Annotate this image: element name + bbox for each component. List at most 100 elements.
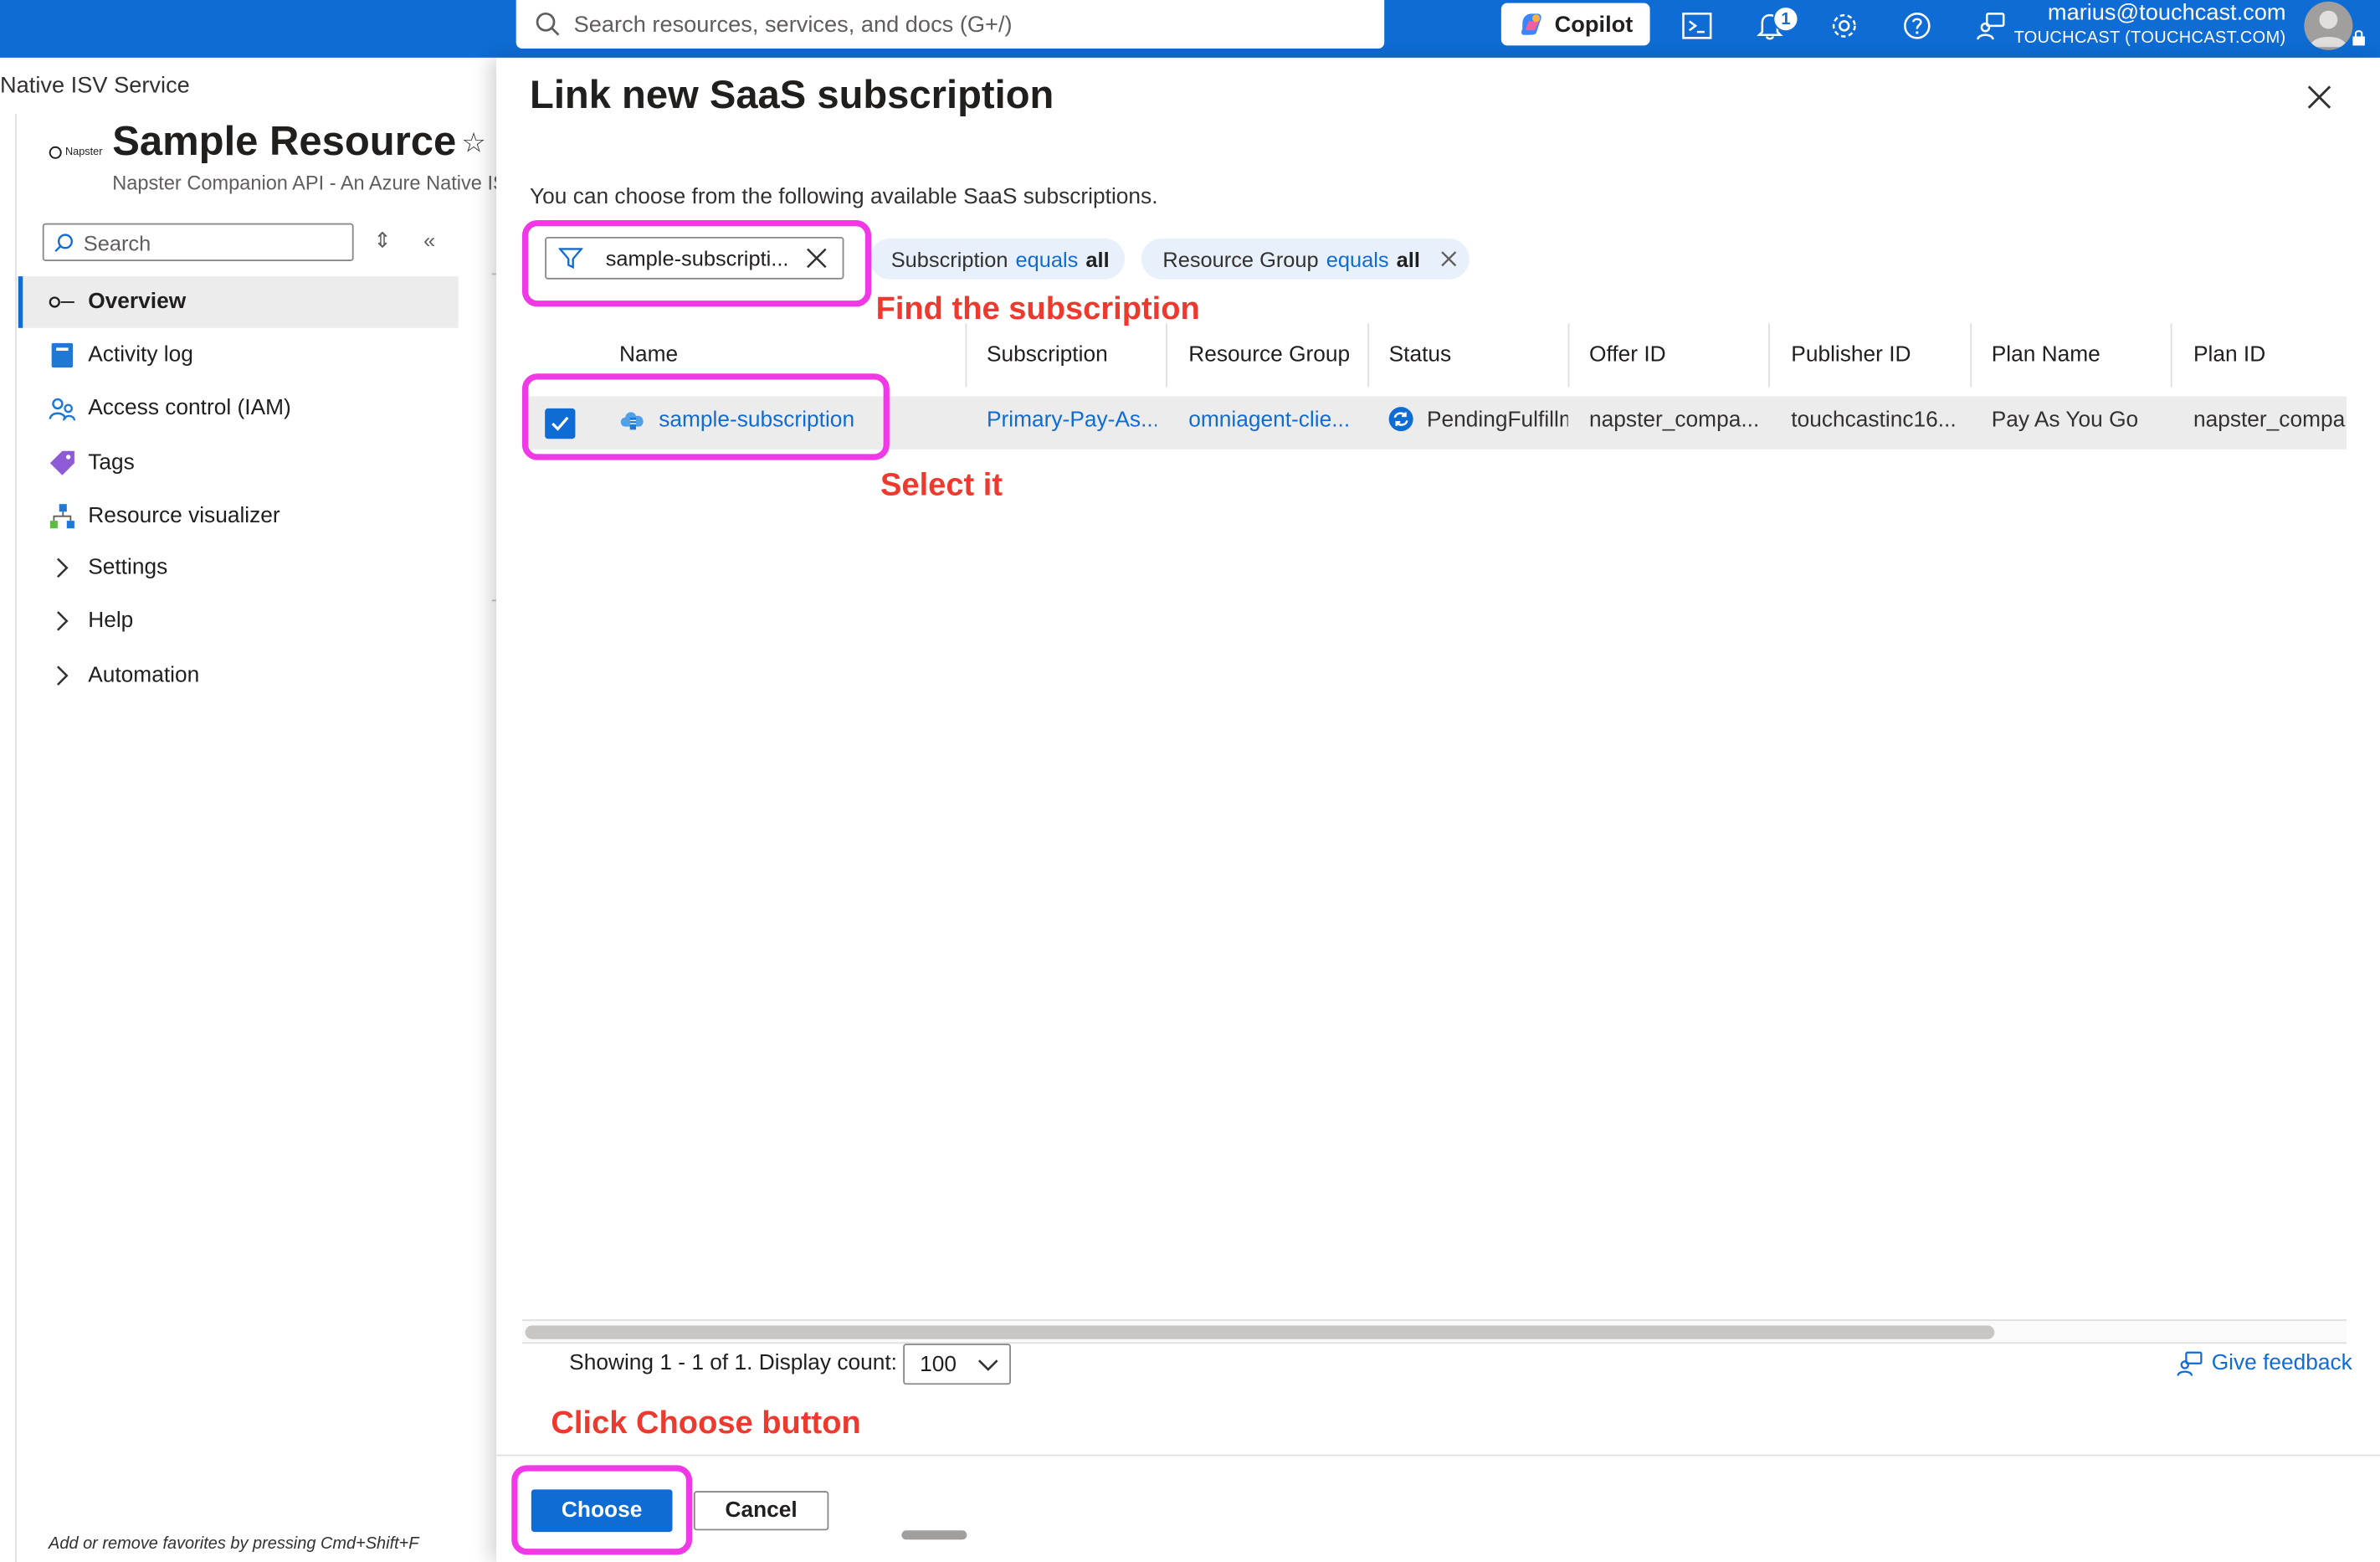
highlight-choose-button xyxy=(511,1465,693,1555)
nav-item-tags[interactable]: Tags xyxy=(18,437,459,489)
column-header-resource-group[interactable]: Resource Group xyxy=(1188,323,1350,387)
pill-value: all xyxy=(1085,246,1110,271)
lock-icon xyxy=(2352,30,2365,46)
nav-item-label: Settings xyxy=(88,555,168,580)
remove-pill-icon[interactable] xyxy=(1440,250,1457,267)
sync-status-icon xyxy=(1388,407,1413,432)
copilot-label: Copilot xyxy=(1554,11,1634,38)
copilot-button[interactable]: Copilot xyxy=(1500,3,1650,46)
nav-item-label: Overview xyxy=(88,290,187,315)
column-divider xyxy=(2170,323,2172,388)
column-divider xyxy=(1768,323,1770,388)
resource-logo: Napster xyxy=(49,146,102,159)
chevron-right-icon xyxy=(49,554,76,582)
chevron-right-icon xyxy=(49,662,76,690)
menu-search-placeholder: Search xyxy=(83,229,151,254)
settings-button[interactable] xyxy=(1824,6,1864,45)
close-icon xyxy=(2307,85,2331,109)
nav-item-help[interactable]: Help xyxy=(18,595,459,647)
tag-icon xyxy=(49,450,76,477)
copilot-icon xyxy=(1521,13,1542,35)
nav-item-label: Activity log xyxy=(88,342,193,367)
gear-icon xyxy=(1832,13,1856,38)
breadcrumb[interactable]: Native ISV Service xyxy=(0,73,190,99)
hierarchy-icon xyxy=(49,502,76,530)
drag-handle[interactable] xyxy=(901,1530,967,1540)
pill-operator: equals xyxy=(1326,246,1389,271)
napster-logo-icon xyxy=(49,289,76,316)
column-header-plan-name[interactable]: Plan Name xyxy=(1992,323,2100,387)
give-feedback-link[interactable]: Give feedback xyxy=(2177,1349,2352,1377)
cell-resource-group-link[interactable]: omniagent-clie... xyxy=(1188,408,1358,433)
feedback-person-icon xyxy=(1977,13,2005,40)
people-icon xyxy=(49,395,76,423)
feedback-button[interactable] xyxy=(1972,6,2011,45)
cell-plan-name: Pay As You Go xyxy=(1991,408,2139,433)
global-search-placeholder: Search resources, services, and docs (G+… xyxy=(573,11,1013,38)
avatar[interactable] xyxy=(2304,1,2353,50)
screen: Search resources, services, and docs (G+… xyxy=(0,0,2380,1562)
column-header-offer-id[interactable]: Offer ID xyxy=(1589,323,1666,387)
display-count-value: 100 xyxy=(920,1352,957,1377)
paging-summary: Showing 1 - 1 of 1. Display count: xyxy=(569,1351,897,1376)
cancel-button[interactable]: Cancel xyxy=(693,1491,829,1531)
favorites-hint: Add or remove favorites by pressing Cmd+… xyxy=(49,1534,419,1554)
expand-collapse-icon[interactable]: ⇕ xyxy=(373,228,391,254)
nav-item-overview[interactable]: Overview xyxy=(18,276,459,328)
highlight-row-selection xyxy=(521,373,890,460)
scrollbar-thumb[interactable] xyxy=(525,1325,1995,1339)
column-divider xyxy=(1165,323,1167,388)
favorite-star-icon[interactable]: ☆ xyxy=(461,127,485,159)
column-header-plan-id[interactable]: Plan ID xyxy=(2193,323,2265,387)
account-info[interactable]: marius@touchcast.com TOUCHCAST (TOUCHCAS… xyxy=(2014,0,2286,49)
terminal-icon xyxy=(1682,13,1712,39)
column-divider xyxy=(965,323,967,388)
nav-item-label: Tags xyxy=(88,450,135,475)
display-count-select[interactable]: 100 xyxy=(903,1344,1011,1385)
nav-item-label: Resource visualizer xyxy=(88,504,280,529)
nav-item-access-control[interactable]: Access control (IAM) xyxy=(18,383,459,434)
filter-pill-subscription[interactable]: Subscription equals all xyxy=(869,238,1126,280)
napster-logo-icon xyxy=(49,146,62,159)
nav-item-activity-log[interactable]: Activity log xyxy=(18,330,459,382)
column-header-status[interactable]: Status xyxy=(1389,323,1452,387)
user-avatar-icon xyxy=(2310,10,2347,48)
panel-title: Link new SaaS subscription xyxy=(530,71,1054,117)
highlight-filter-box xyxy=(521,220,872,307)
column-divider xyxy=(1367,323,1370,388)
annotation-click: Click Choose button xyxy=(551,1405,861,1441)
column-divider xyxy=(1970,323,1972,388)
pill-field: Resource Group xyxy=(1162,246,1319,271)
cell-publisher-id: touchcastinc16... xyxy=(1791,408,1957,433)
column-header-subscription[interactable]: Subscription xyxy=(987,323,1108,387)
annotation-find: Find the subscription xyxy=(875,291,1200,326)
collapse-menu-icon[interactable]: « xyxy=(423,228,435,252)
column-header-publisher-id[interactable]: Publisher ID xyxy=(1791,323,1911,387)
page-title: Sample Resource xyxy=(112,118,457,164)
cell-subscription-link[interactable]: Primary-Pay-As... xyxy=(987,408,1157,433)
notification-badge: 1 xyxy=(1772,6,1799,33)
menu-search-input[interactable]: Search xyxy=(42,223,354,261)
nav-item-label: Automation xyxy=(88,663,200,688)
search-icon xyxy=(54,233,73,252)
cloud-shell-button[interactable] xyxy=(1677,6,1716,45)
account-tenant: TOUCHCAST (TOUCHCAST.COM) xyxy=(2013,28,2286,48)
nav-item-automation[interactable]: Automation xyxy=(18,650,459,701)
global-search-input[interactable]: Search resources, services, and docs (G+… xyxy=(515,0,1385,49)
nav-item-resource-visualizer[interactable]: Resource visualizer xyxy=(18,491,459,542)
close-button[interactable] xyxy=(2303,80,2336,114)
chevron-down-icon xyxy=(978,1359,998,1371)
nav-item-label: Access control (IAM) xyxy=(88,396,291,421)
panel-description: You can choose from the following availa… xyxy=(530,185,1158,210)
nav-item-label: Help xyxy=(88,609,134,634)
page-subtitle: Napster Companion API - An Azure Native … xyxy=(112,171,496,195)
resource-logo-text: Napster xyxy=(64,146,103,158)
pill-field: Subscription xyxy=(890,246,1008,271)
top-bar: Search resources, services, and docs (G+… xyxy=(0,0,2380,58)
cell-offer-id: napster_compa... xyxy=(1589,408,1760,433)
feedback-person-icon xyxy=(2177,1351,2203,1376)
search-icon xyxy=(536,12,560,36)
filter-pill-resource-group[interactable]: Resource Group equals all xyxy=(1141,238,1470,280)
help-button[interactable] xyxy=(1897,6,1936,45)
nav-item-settings[interactable]: Settings xyxy=(18,542,459,594)
